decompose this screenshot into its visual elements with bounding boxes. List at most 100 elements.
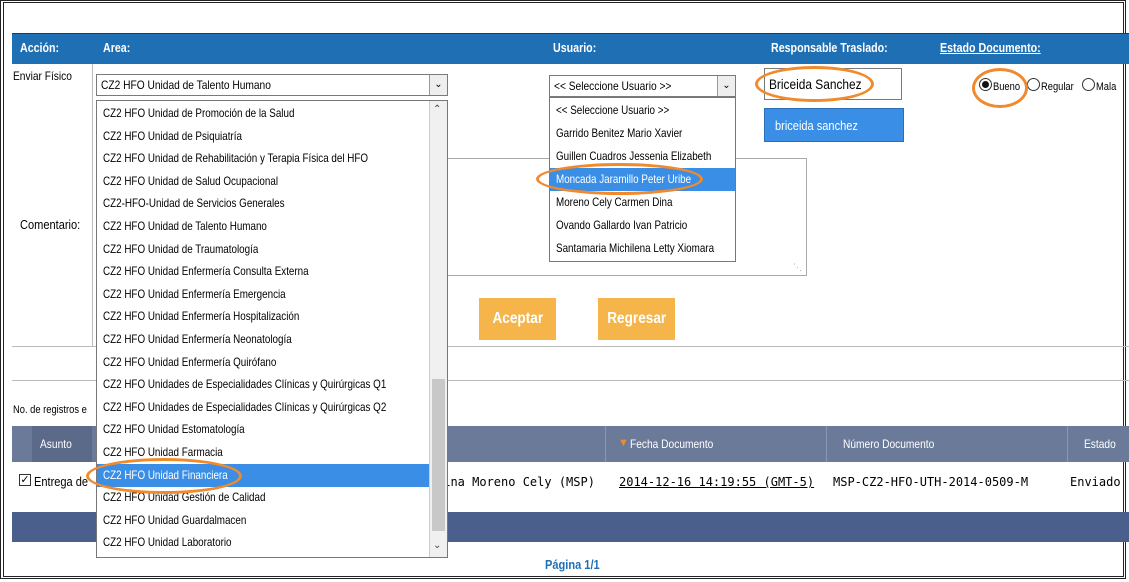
column-divider — [605, 426, 606, 462]
area-option[interactable]: CZ2 HFO Unidad Enfermería Consulta Exter… — [97, 260, 430, 283]
area-dropdown-list[interactable]: CZ2 HFO Unidad de Promoción de la Salud C… — [96, 100, 448, 558]
form-header: Acción: Area: Usuario: Responsable Trasl… — [12, 33, 1129, 64]
scroll-down-icon[interactable]: ⌄ — [433, 540, 441, 551]
usuario-option-label: Ovando Gallardo Ivan Patricio — [556, 218, 688, 232]
usuario-option[interactable]: Moreno Cely Carmen Dina — [550, 191, 735, 214]
area-option[interactable]: CZ2 HFO Unidad de Promoción de la Salud — [97, 102, 430, 125]
scroll-up-icon[interactable]: ⌃ — [433, 104, 441, 115]
col-asunto[interactable]: Asunto — [40, 437, 72, 451]
row-remitente: Dina Moreno Cely (MSP) — [436, 475, 595, 489]
resize-handle-icon[interactable]: ⋱ — [793, 262, 802, 273]
area-option[interactable]: CZ2 HFO Unidad Farmacia — [97, 441, 430, 464]
radio-label: Bueno — [993, 81, 1021, 93]
usuario-option-label: Moreno Cely Carmen Dina — [556, 195, 673, 209]
area-option-label: CZ2-HFO-Unidad de Servicios Generales — [103, 196, 285, 211]
col-numero[interactable]: Número Documento — [843, 437, 934, 451]
header-responsable: Responsable Traslado: — [771, 40, 888, 55]
accion-value: Enviar Físico — [13, 69, 72, 83]
chevron-down-icon[interactable]: ⌄ — [429, 75, 447, 95]
usuario-option-label: Moncada Jaramillo Peter Uribe — [556, 172, 692, 186]
area-option[interactable]: CZ2 HFO Unidad Laboratorio — [97, 531, 430, 554]
autocomplete-list[interactable]: briceida sanchez — [764, 108, 904, 142]
usuario-select[interactable]: << Seleccione Usuario >> ⌄ — [549, 75, 736, 97]
area-option[interactable]: CZ2 HFO Unidades de Especialidades Clíni… — [97, 396, 430, 419]
usuario-option-label: << Seleccione Usuario >> — [556, 103, 670, 117]
usuario-option-label: Guillen Cuadros Jessenia Elizabeth — [556, 149, 712, 163]
area-option-label: CZ2 HFO Unidad Enfermería Consulta Exter… — [103, 264, 309, 279]
usuario-option[interactable]: Guillen Cuadros Jessenia Elizabeth — [550, 145, 735, 168]
area-option[interactable]: CZ2 HFO Unidad de Rehabilitación y Terap… — [97, 147, 430, 170]
comentario-label: Comentario: — [20, 217, 81, 232]
col-fecha[interactable]: Fecha Documento — [630, 437, 713, 451]
usuario-option[interactable]: Moncada Jaramillo Peter Uribe — [550, 168, 735, 191]
radio-label: Regular — [1041, 81, 1074, 93]
column-divider — [826, 426, 827, 462]
area-option-label: CZ2 HFO Unidad de Traumatología — [103, 241, 259, 256]
pagination[interactable]: Página 1/1 — [545, 557, 600, 572]
area-option[interactable]: CZ2-HFO-Unidad de Servicios Generales — [97, 192, 430, 215]
area-option[interactable]: CZ2 HFO Unidad Enfermería Emergencia — [97, 283, 430, 306]
usuario-selected-value: << Seleccione Usuario >> — [554, 79, 672, 93]
regresar-button[interactable]: Regresar — [598, 298, 675, 340]
autocomplete-item[interactable]: briceida sanchez — [775, 118, 858, 133]
area-option[interactable]: CZ2 HFO Unidad Gestión de Calidad — [97, 486, 430, 509]
area-option[interactable]: CZ2 HFO Unidad de Traumatología — [97, 238, 430, 261]
area-option[interactable]: CZ2 HFO Unidad Estomatología — [97, 418, 430, 441]
row-asunto[interactable]: Entrega de — [34, 474, 88, 489]
col-estado[interactable]: Estado — [1084, 437, 1116, 451]
usuario-option[interactable]: Santamaria Michilena Letty Xiomara — [550, 237, 735, 260]
responsable-value: Briceida Sanchez — [769, 76, 862, 92]
column-divider — [1067, 426, 1068, 462]
header-estado: Estado Documento: — [940, 40, 1041, 55]
area-option-label: CZ2 HFO Unidad de Psiquiatría — [103, 128, 242, 143]
area-option-label: CZ2 HFO Unidad Enfermería Hospitalizació… — [103, 309, 300, 324]
area-option-label: CZ2 HFO Unidad Enfermería Emergencia — [103, 286, 286, 301]
header-area: Area: — [103, 40, 131, 55]
area-option-label: CZ2 HFO Unidad de Rehabilitación y Terap… — [103, 151, 369, 166]
usuario-option[interactable]: Garrido Benitez Mario Xavier — [550, 122, 735, 145]
area-option[interactable]: CZ2 HFO Unidad Guardalmacen — [97, 509, 430, 532]
registros-label: No. de registros e — [13, 404, 87, 416]
usuario-dropdown-list[interactable]: << Seleccione Usuario >> Garrido Benitez … — [549, 97, 736, 262]
area-option-label: CZ2 HFO Unidad Laboratorio — [103, 535, 232, 550]
sort-desc-icon[interactable]: ▼ — [618, 437, 629, 449]
area-option-label: CZ2 HFO Unidad Enfermería Quirófano — [103, 354, 277, 369]
regresar-label: Regresar — [607, 310, 666, 327]
radio-regular[interactable] — [1027, 78, 1040, 91]
usuario-option[interactable]: << Seleccione Usuario >> — [550, 99, 735, 122]
chevron-down-icon[interactable]: ⌄ — [717, 76, 735, 96]
area-option[interactable]: CZ2 HFO Unidad Financiera — [97, 463, 430, 487]
area-option[interactable]: CZ2 HFO Unidad Enfermería Quirófano — [97, 351, 430, 374]
area-option-label: CZ2 HFO Unidades de Especialidades Clíni… — [103, 399, 387, 414]
area-option-label: CZ2 HFO Unidades de Especialidades Clíni… — [103, 377, 387, 392]
area-option-label: CZ2 HFO Unidad Farmacia — [103, 445, 223, 459]
row-numero: MSP-CZ2-HFO-UTH-2014-0509-M — [833, 475, 1029, 489]
usuario-option-label: Santamaria Michilena Letty Xiomara — [556, 241, 715, 255]
area-option-label: CZ2 HFO Unidad de Salud Ocupacional — [103, 173, 279, 188]
area-option[interactable]: CZ2 HFO Unidad Enfermería Neonatología — [97, 328, 430, 351]
usuario-option[interactable]: Ovando Gallardo Ivan Patricio — [550, 214, 735, 237]
header-accion: Acción: — [20, 40, 60, 55]
radio-mala[interactable] — [1082, 78, 1095, 91]
area-option[interactable]: CZ2 HFO Unidad Enfermería Hospitalizació… — [97, 305, 430, 328]
area-selected-value: CZ2 HFO Unidad de Talento Humano — [101, 78, 271, 92]
area-option-label: CZ2 HFO Unidad Financiera — [103, 467, 228, 482]
row-estado: Enviado — [1070, 475, 1121, 489]
aceptar-button[interactable]: Aceptar — [479, 298, 556, 340]
scrollbar-thumb[interactable] — [432, 379, 445, 531]
responsable-input[interactable]: Briceida Sanchez — [764, 68, 902, 100]
area-option-label: CZ2 HFO Unidad de Talento Humano — [103, 219, 267, 233]
scrollbar[interactable]: ⌃ ⌄ — [429, 101, 447, 557]
area-option-label: CZ2 HFO Unidad de Promoción de la Salud — [103, 106, 295, 120]
area-option[interactable]: CZ2 HFO Unidad de Talento Humano — [97, 215, 430, 238]
column-divider — [92, 64, 93, 346]
area-option[interactable]: CZ2 HFO Unidad de Salud Ocupacional — [97, 170, 430, 193]
row-checkbox[interactable]: ✓ — [19, 474, 31, 486]
row-fecha[interactable]: 2014-12-16 14:19:55 (GMT-5) — [619, 475, 814, 489]
radio-bueno[interactable] — [979, 78, 992, 91]
area-option[interactable]: CZ2 HFO Unidades de Especialidades Clíni… — [97, 373, 430, 396]
area-option-label: CZ2 HFO Unidad Enfermería Neonatología — [103, 332, 292, 346]
area-option[interactable]: CZ2 HFO Unidad de Psiquiatría — [97, 125, 430, 148]
radio-label: Mala — [1096, 81, 1117, 93]
area-select[interactable]: CZ2 HFO Unidad de Talento Humano ⌄ — [96, 74, 448, 96]
